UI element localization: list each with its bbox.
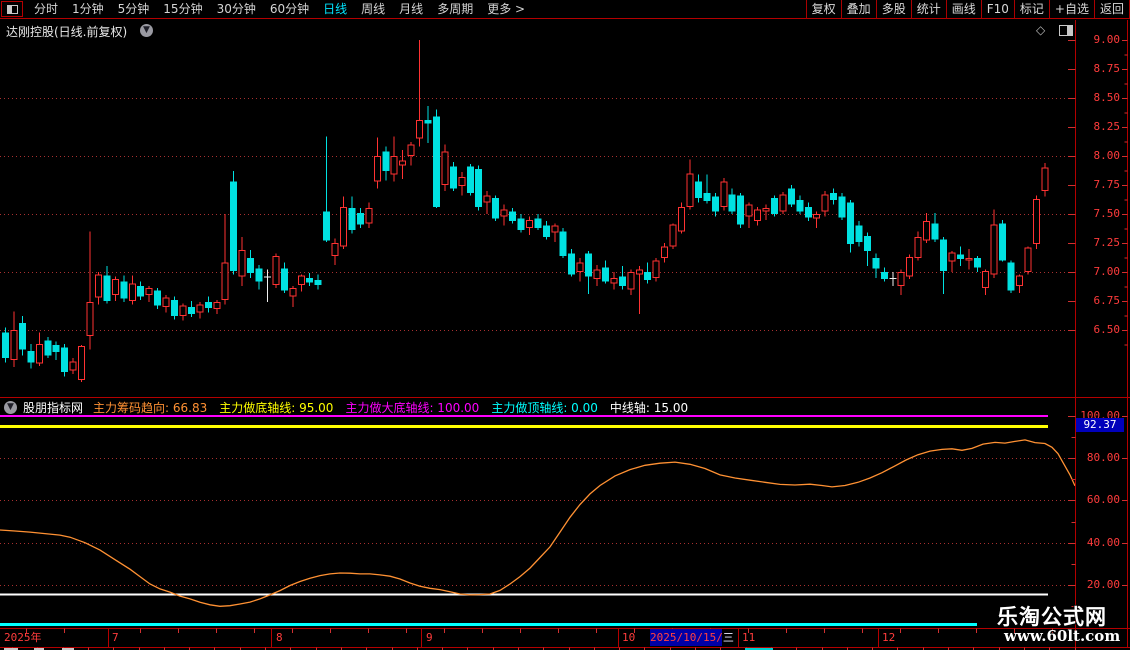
indicator-field: 中线轴: 15.00	[610, 399, 688, 416]
period-tab[interactable]: 月线	[392, 0, 430, 19]
indicator-chevron-down-icon[interactable]: ▼	[4, 401, 17, 414]
period-tab[interactable]: 日线	[316, 0, 354, 19]
price-axis-label: 7.75	[1078, 178, 1120, 191]
indicator-value-badge: 92.37	[1076, 418, 1124, 432]
toolbar-right-items: 复权叠加多股统计画线F10标记+自选返回	[806, 0, 1130, 19]
indicator-values: 主力筹码趋向: 66.83 主力做底轴线: 95.00 主力做大底轴线: 100.0…	[93, 399, 700, 416]
indicator-axis-label: 60.00	[1078, 493, 1120, 506]
price-axis-label: 8.75	[1078, 62, 1120, 75]
price-axis-label: 8.25	[1078, 120, 1120, 133]
period-tab[interactable]: 周线	[354, 0, 392, 19]
indicator-field: 主力做大底轴线: 100.00	[345, 399, 479, 416]
period-tab[interactable]: 5分钟	[111, 0, 157, 19]
price-axis-label: 8.00	[1078, 149, 1120, 162]
period-tab[interactable]: 更多 >	[480, 0, 532, 19]
toolbar-button[interactable]: 复权	[806, 0, 841, 19]
page-title: 达刚控股(日线.前复权)	[6, 23, 127, 40]
period-tab[interactable]: 1分钟	[65, 0, 111, 19]
indicator-header: ▼ 股朋指标网 主力筹码趋向: 66.83 主力做底轴线: 95.00 主力做大底轴…	[0, 399, 1070, 415]
price-axis-label: 9.00	[1078, 33, 1120, 46]
period-tab[interactable]: 60分钟	[263, 0, 316, 19]
price-axis-label: 7.50	[1078, 207, 1120, 220]
indicator-field: 主力做顶轴线: 0.00	[491, 399, 598, 416]
indicator-axis-label: 20.00	[1078, 578, 1120, 591]
toolbar-button[interactable]: F10	[981, 0, 1014, 19]
price-axis-label: 7.25	[1078, 236, 1120, 249]
indicator-axis-label: 40.00	[1078, 536, 1120, 549]
indicator-axis-label: 80.00	[1078, 451, 1120, 464]
date-axis-month: 12	[882, 631, 895, 645]
indicator-field: 主力做底轴线: 95.00	[219, 399, 333, 416]
chart-canvas[interactable]	[0, 0, 1130, 650]
indicator-name: 股朋指标网	[23, 399, 83, 416]
toolbar-button[interactable]: 画线	[946, 0, 981, 19]
toolbar-left-items: 分时1分钟5分钟15分钟30分钟60分钟日线周线月线多周期更多 >	[27, 0, 532, 19]
watermark-site-url: www.60lt.com	[1004, 627, 1120, 645]
price-axis-label: 8.50	[1078, 91, 1120, 104]
date-axis-month: 9	[426, 631, 433, 645]
date-axis-month: 10	[622, 631, 635, 645]
indicator-field: 主力筹码趋向: 66.83	[93, 399, 207, 416]
period-tab[interactable]: 多周期	[430, 0, 480, 19]
window-split-button[interactable]	[1, 1, 23, 17]
date-axis-month: 8	[276, 631, 283, 645]
toolbar-button[interactable]: +自选	[1049, 0, 1094, 19]
title-bar: 达刚控股(日线.前复权) ▼ ◇	[0, 20, 1130, 40]
date-axis-month: 7	[112, 631, 119, 645]
period-toolbar: 分时1分钟5分钟15分钟30分钟60分钟日线周线月线多周期更多 > 复权叠加多股…	[0, 0, 1130, 19]
price-axis-label: 6.50	[1078, 323, 1120, 336]
selected-weekday-text: 三	[723, 631, 734, 644]
selected-date-badge: 2025/10/15/三	[650, 629, 722, 646]
period-tab[interactable]: 30分钟	[210, 0, 263, 19]
app-window: 分时1分钟5分钟15分钟30分钟60分钟日线周线月线多周期更多 > 复权叠加多股…	[0, 0, 1130, 650]
toolbar-button[interactable]: 标记	[1014, 0, 1049, 19]
toolbar-button[interactable]: 多股	[876, 0, 911, 19]
split-window-icon	[7, 5, 18, 14]
price-axis-label: 7.00	[1078, 265, 1120, 278]
price-axis-label: 6.75	[1078, 294, 1120, 307]
title-chevron-down-icon[interactable]: ▼	[140, 24, 153, 37]
toolbar-button[interactable]: 叠加	[841, 0, 876, 19]
date-axis-year: 2025年	[4, 631, 42, 645]
panel-layout-icon[interactable]	[1059, 25, 1073, 36]
selected-date-text: 2025/10/15/	[650, 631, 723, 644]
toolbar-button[interactable]: 返回	[1094, 0, 1130, 19]
diamond-icon[interactable]: ◇	[1036, 23, 1045, 37]
period-tab[interactable]: 15分钟	[156, 0, 209, 19]
period-tab[interactable]: 分时	[27, 0, 65, 19]
toolbar-button[interactable]: 统计	[911, 0, 946, 19]
date-axis-month: 11	[742, 631, 755, 645]
